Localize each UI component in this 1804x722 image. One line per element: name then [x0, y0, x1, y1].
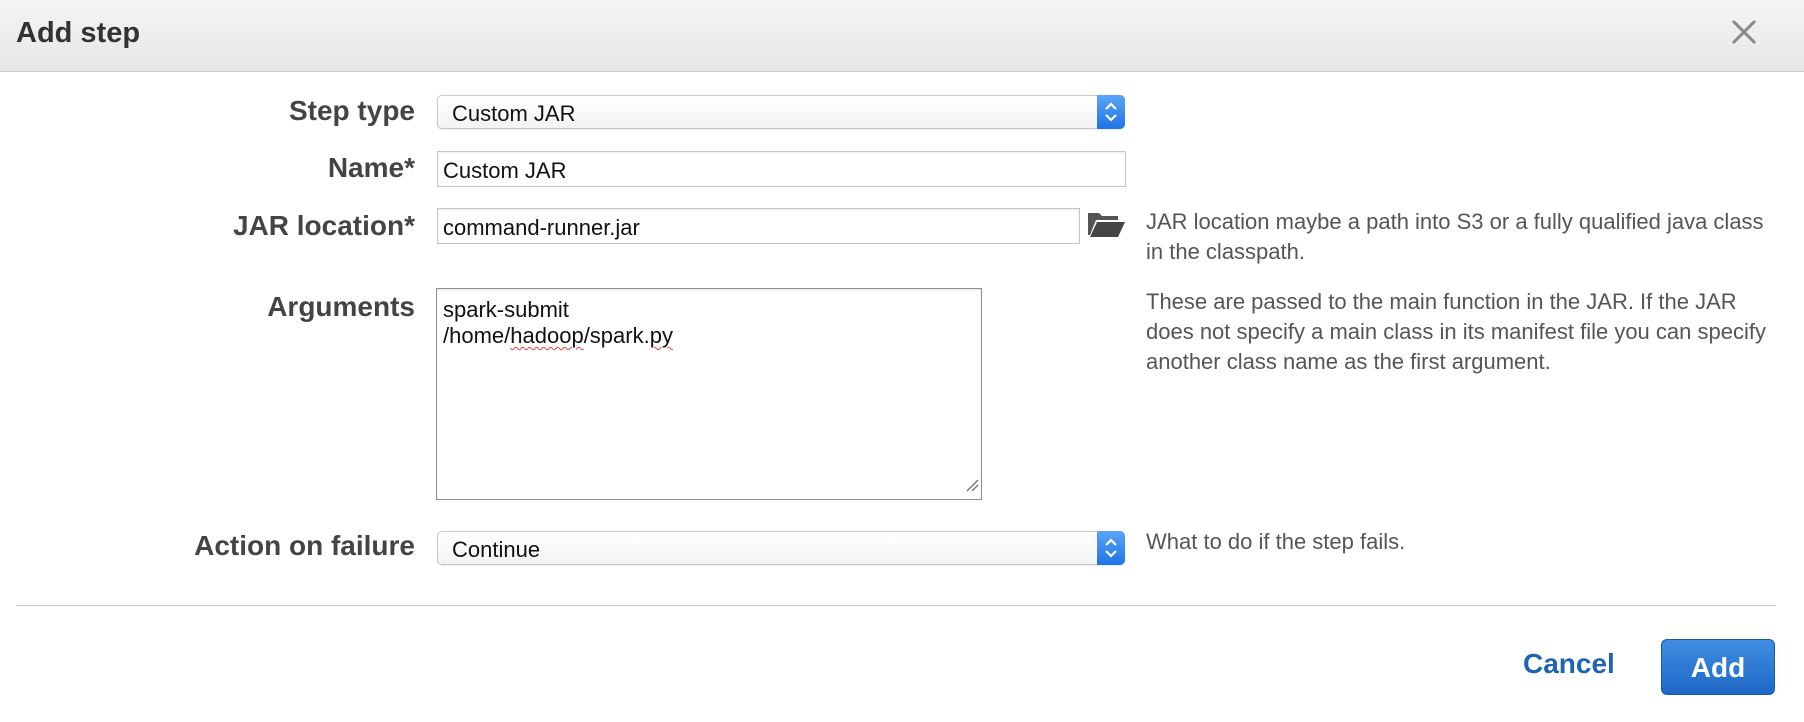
cancel-button[interactable]: Cancel: [1523, 648, 1615, 680]
jar-location-help: JAR location maybe a path into S3 or a f…: [1146, 209, 1764, 264]
dialog-header: Add step: [0, 0, 1804, 72]
action-on-failure-help: What to do if the step fails.: [1146, 529, 1406, 554]
arguments-label: Arguments: [267, 291, 415, 322]
footer-divider: [16, 605, 1776, 606]
name-label: Name*: [327, 152, 415, 183]
name-input[interactable]: Custom JAR: [437, 151, 1126, 187]
select-arrows-icon[interactable]: [1097, 95, 1125, 129]
close-icon[interactable]: [1724, 12, 1764, 52]
add-button[interactable]: Add: [1661, 639, 1775, 695]
jar-location-label: JAR location*: [232, 210, 415, 241]
dialog-title: Add step: [16, 17, 141, 49]
arguments-help: These are passed to the main function in…: [1146, 289, 1766, 374]
spelling-error-mark: py: [649, 323, 673, 348]
action-on-failure-label: Action on failure: [194, 530, 415, 561]
step-type-label: Step type: [288, 95, 415, 126]
add-step-dialog: Add step Step type Custom JAR Name* Cust…: [0, 0, 1804, 722]
spelling-error-mark: hadoop: [510, 323, 584, 348]
step-type-value: Custom JAR: [452, 101, 576, 126]
close-icon-glyph: [1731, 19, 1757, 45]
arguments-line-1: spark-submit: [443, 297, 569, 322]
jar-location-value: command-runner.jar: [443, 215, 640, 240]
resize-grip-icon[interactable]: [963, 476, 979, 497]
arguments-textarea[interactable]: spark-submit /home/hadoop/spark.py: [436, 288, 982, 500]
action-on-failure-value: Continue: [452, 537, 541, 562]
arguments-line-2: /home/hadoop/spark.py: [443, 323, 673, 348]
step-type-select[interactable]: Custom JAR: [437, 95, 1125, 129]
jar-location-input[interactable]: command-runner.jar: [437, 208, 1080, 244]
name-input-value: Custom JAR: [443, 158, 567, 183]
action-on-failure-select[interactable]: Continue: [437, 531, 1125, 565]
folder-open-icon[interactable]: [1086, 207, 1126, 241]
select-arrows-icon[interactable]: [1097, 531, 1125, 565]
